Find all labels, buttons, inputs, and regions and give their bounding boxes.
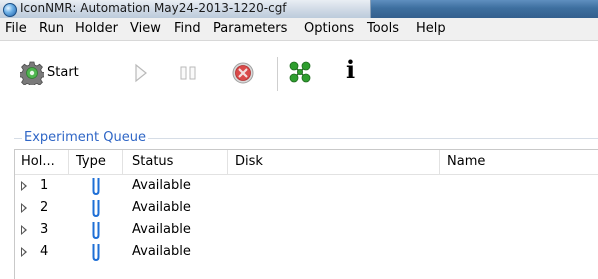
status-cell: Available xyxy=(132,222,191,237)
expand-arrow-icon[interactable] xyxy=(21,203,27,213)
play-icon[interactable] xyxy=(134,63,148,83)
column-header-type[interactable]: Type xyxy=(76,154,106,169)
nmr-tube-icon xyxy=(92,200,100,217)
experiment-queue-label: Experiment Queue xyxy=(22,130,148,145)
window-title: IconNMR: Automation May24-2013-1220-cgf xyxy=(20,1,287,15)
status-cell: Available xyxy=(132,244,191,259)
menu-options[interactable]: Options xyxy=(304,21,354,36)
column-header-holder[interactable]: Hol... xyxy=(21,154,55,169)
nmr-tube-icon xyxy=(92,178,100,195)
start-button[interactable]: Start xyxy=(20,61,100,85)
stop-icon[interactable] xyxy=(231,61,255,85)
table-header: Hol... Type Status Disk Name xyxy=(15,150,598,175)
molecule-icon[interactable] xyxy=(288,60,312,84)
column-header-name[interactable]: Name xyxy=(447,154,485,169)
toolbar-separator xyxy=(277,57,278,91)
holder-cell: 1 xyxy=(40,178,49,193)
column-header-disk[interactable]: Disk xyxy=(235,154,263,169)
nmr-tube-icon xyxy=(92,244,100,261)
table-row[interactable]: 1 Available xyxy=(15,176,598,197)
column-header-status[interactable]: Status xyxy=(132,154,173,169)
start-button-label: Start xyxy=(47,65,79,80)
title-bar-inner: IconNMR: Automation May24-2013-1220-cgf xyxy=(0,0,371,18)
menu-run[interactable]: Run xyxy=(39,21,64,36)
title-bar[interactable]: IconNMR: Automation May24-2013-1220-cgf xyxy=(0,0,598,18)
app-globe-icon[interactable] xyxy=(3,3,17,17)
status-cell: Available xyxy=(132,200,191,215)
expand-arrow-icon[interactable] xyxy=(21,225,27,235)
menu-tools[interactable]: Tools xyxy=(367,21,399,36)
toolbar: Start i xyxy=(0,41,598,101)
column-separator[interactable] xyxy=(122,150,123,174)
gear-icon xyxy=(20,61,44,85)
status-cell: Available xyxy=(132,178,191,193)
column-separator[interactable] xyxy=(68,150,69,174)
pause-icon[interactable] xyxy=(179,65,197,81)
info-icon[interactable]: i xyxy=(346,57,355,83)
holder-cell: 3 xyxy=(40,222,49,237)
menu-bar: File Run Holder View Find Parameters Opt… xyxy=(0,18,598,41)
menu-parameters[interactable]: Parameters xyxy=(213,21,287,36)
table-row[interactable]: 3 Available xyxy=(15,220,598,241)
menu-file[interactable]: File xyxy=(5,21,27,36)
menu-help[interactable]: Help xyxy=(416,21,446,36)
table-row[interactable]: 4 Available xyxy=(15,242,598,263)
table-row[interactable]: 2 Available xyxy=(15,198,598,219)
holder-cell: 2 xyxy=(40,200,49,215)
column-separator[interactable] xyxy=(439,150,440,174)
column-separator[interactable] xyxy=(227,150,228,174)
menu-holder[interactable]: Holder xyxy=(75,21,118,36)
nmr-tube-icon xyxy=(92,222,100,239)
holder-cell: 4 xyxy=(40,244,49,259)
experiment-queue-table: Hol... Type Status Disk Name 1 Available… xyxy=(14,149,598,279)
expand-arrow-icon[interactable] xyxy=(21,181,27,191)
expand-arrow-icon[interactable] xyxy=(21,247,27,257)
menu-find[interactable]: Find xyxy=(174,21,201,36)
menu-view[interactable]: View xyxy=(130,21,161,36)
